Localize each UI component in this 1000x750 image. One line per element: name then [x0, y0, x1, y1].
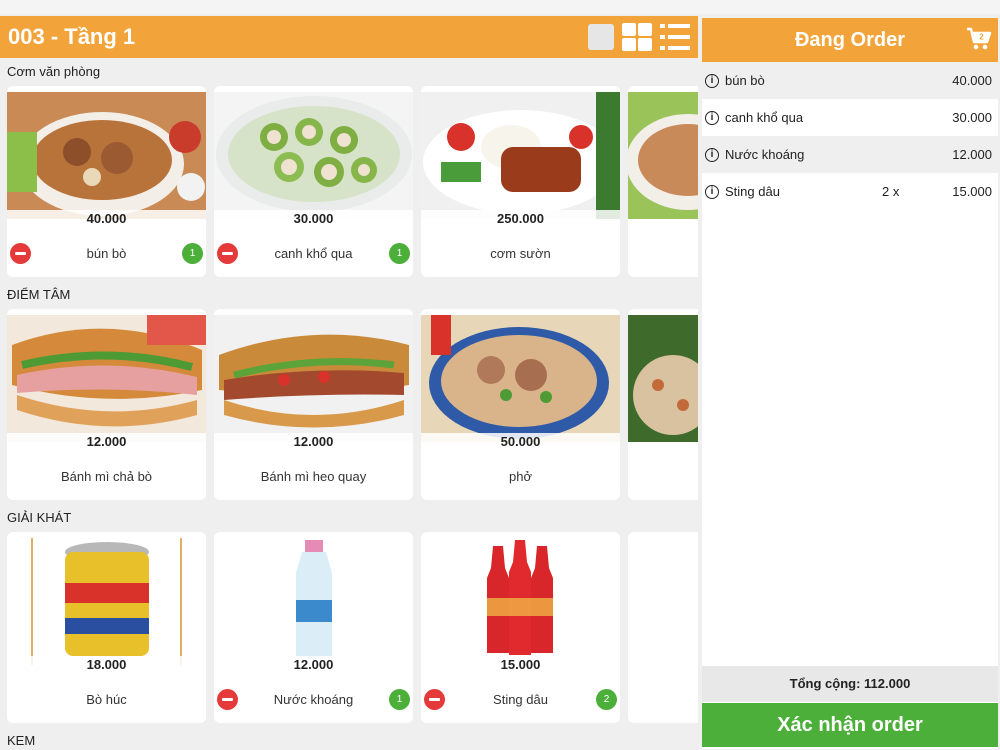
- order-row[interactable]: i canh khổ qua 30.000: [702, 99, 998, 136]
- order-panel: Đang Order 2 i bún bò 40.000 i canh khổ …: [702, 18, 998, 749]
- menu-item-canh-kho-qua[interactable]: 30.000 canh khổ qua 1: [214, 86, 413, 277]
- partial-food-image: [628, 315, 698, 442]
- item-price: 50.000: [421, 433, 620, 451]
- info-icon[interactable]: i: [705, 184, 719, 199]
- category-title: ĐIỂM TÂM: [7, 287, 71, 302]
- menu-item-banh-mi-cha-bo[interactable]: 12.000 Bánh mì chả bò: [7, 309, 206, 500]
- order-item-name: Nước khoáng: [725, 147, 805, 162]
- item-name: phở: [509, 469, 532, 484]
- menu-header: 003 - Tầng 1: [0, 16, 698, 58]
- item-name: Sting dâu: [493, 692, 548, 707]
- pho-image: [421, 315, 620, 442]
- item-qty-badge: 1: [389, 243, 410, 264]
- menu-item-partial[interactable]: [628, 532, 698, 723]
- item-name: canh khổ qua: [274, 246, 353, 261]
- category-diem-tam: ĐIỂM TÂM 12.000 Bánh mì chả bò 12.000 Bá…: [0, 281, 698, 500]
- menu-item-partial[interactable]: [628, 309, 698, 500]
- order-header: Đang Order 2: [702, 18, 998, 62]
- remove-item-button[interactable]: [217, 243, 238, 264]
- menu-item-bun-bo[interactable]: 40.000 bún bò 1: [7, 86, 206, 277]
- menu-item-com-suon[interactable]: 250.000 cơm sườn: [421, 86, 620, 277]
- category-kem: KEM: [0, 727, 698, 750]
- item-name: cơm sườn: [490, 246, 551, 261]
- order-row[interactable]: i bún bò 40.000: [702, 62, 998, 99]
- item-price: 15.000: [421, 656, 620, 674]
- item-price: 250.000: [421, 210, 620, 228]
- info-icon[interactable]: i: [705, 147, 719, 162]
- menu-item-banh-mi-heo-quay[interactable]: 12.000 Bánh mì heo quay: [214, 309, 413, 500]
- table-title: 003 - Tầng 1: [8, 24, 136, 49]
- menu-item-bo-huc[interactable]: 18.000 Bò húc: [7, 532, 206, 723]
- item-qty-badge: 2: [596, 689, 617, 710]
- list-view-icon[interactable]: [660, 24, 690, 50]
- menu-item-sting-dau[interactable]: 15.000 Sting dâu 2: [421, 532, 620, 723]
- category-com-van-phong: Cơm văn phòng 40.000 bún bò 1 30.000 can…: [0, 58, 698, 277]
- remove-item-button[interactable]: [217, 689, 238, 710]
- item-qty-badge: 1: [389, 689, 410, 710]
- item-name: Bánh mì chả bò: [60, 469, 153, 484]
- order-item-price: 40.000: [952, 73, 992, 88]
- order-item-price: 30.000: [952, 110, 992, 125]
- item-price: 12.000: [7, 433, 206, 451]
- item-name: bún bò: [86, 246, 127, 261]
- order-item-qty: 2 x: [882, 184, 900, 199]
- item-price: 12.000: [214, 656, 413, 674]
- item-name: Nước khoáng: [273, 692, 354, 707]
- category-title: KEM: [7, 733, 36, 748]
- item-name: Bò húc: [86, 692, 127, 707]
- item-qty-badge: 1: [182, 243, 203, 264]
- info-icon[interactable]: i: [705, 110, 719, 125]
- category-title: Cơm văn phòng: [7, 64, 101, 79]
- order-item-price: 15.000: [952, 184, 992, 199]
- bo-huc-image: [7, 538, 206, 665]
- status-bar: [0, 0, 1000, 14]
- category-title: GIẢI KHÁT: [7, 510, 72, 525]
- canh-kho-qua-image: [214, 92, 413, 219]
- order-row[interactable]: i Nước khoáng 12.000: [702, 136, 998, 173]
- item-name: Bánh mì heo quay: [260, 469, 367, 484]
- banh-mi-heo-quay-image: [214, 315, 413, 442]
- single-view-icon[interactable]: [588, 24, 614, 50]
- cart-icon[interactable]: 2: [966, 27, 992, 51]
- item-price: 40.000: [7, 210, 206, 228]
- order-item-name: Sting dâu: [725, 184, 780, 199]
- grid-view-icon[interactable]: [622, 23, 652, 51]
- order-total: Tổng cộng: 112.000: [702, 666, 998, 702]
- item-price: 18.000: [7, 656, 206, 674]
- item-price: 30.000: [214, 210, 413, 228]
- nuoc-khoang-image: [214, 538, 413, 665]
- sting-dau-image: [421, 538, 620, 665]
- order-item-price: 12.000: [952, 147, 992, 162]
- menu-item-pho[interactable]: 50.000 phở: [421, 309, 620, 500]
- remove-item-button[interactable]: [10, 243, 31, 264]
- partial-food-image: [628, 92, 698, 219]
- bun-bo-image: [7, 92, 206, 219]
- item-price: 12.000: [214, 433, 413, 451]
- cart-count: 2: [979, 33, 984, 42]
- com-suon-image: [421, 92, 620, 219]
- remove-item-button[interactable]: [424, 689, 445, 710]
- banh-mi-cha-bo-image: [7, 315, 206, 442]
- confirm-order-button[interactable]: Xác nhận order: [702, 703, 998, 747]
- order-list: i bún bò 40.000 i canh khổ qua 30.000 i …: [702, 62, 998, 210]
- order-title: Đang Order: [794, 28, 906, 51]
- info-icon[interactable]: i: [705, 73, 719, 88]
- menu-panel: 003 - Tầng 1 Cơm văn phòng 40.000 bún bò…: [0, 16, 698, 750]
- menu-item-partial[interactable]: [628, 86, 698, 277]
- order-item-name: bún bò: [725, 73, 765, 88]
- category-giai-khat: GIẢI KHÁT 18.000 Bò húc 12.000 Nước khoá…: [0, 504, 698, 723]
- order-row[interactable]: i Sting dâu 2 x 15.000: [702, 173, 998, 210]
- menu-item-nuoc-khoang[interactable]: 12.000 Nước khoáng 1: [214, 532, 413, 723]
- order-item-name: canh khổ qua: [725, 110, 804, 125]
